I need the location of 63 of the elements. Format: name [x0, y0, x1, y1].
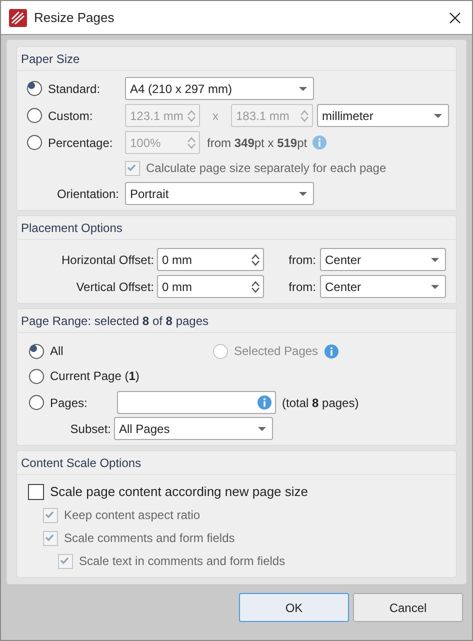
- radio-label: Custom:: [48, 108, 93, 124]
- group-title: Page Range: selected 8 of 8 pages: [21, 312, 209, 330]
- anchor-dropdown[interactable]: Center: [320, 275, 446, 298]
- field-label: Horizontal Offset:: [60, 252, 155, 268]
- caret-icon: [258, 426, 266, 430]
- spinner-arrows-icon: [251, 252, 260, 266]
- dialog-button[interactable]: Cancel: [353, 593, 463, 622]
- radio-button[interactable]: [27, 135, 42, 150]
- group-title: Paper Size: [21, 50, 80, 68]
- info-icon[interactable]: [324, 344, 340, 358]
- dialog-button[interactable]: OK: [239, 593, 349, 622]
- radio-button[interactable]: [29, 395, 44, 410]
- checkbox-label: Keep content aspect ratio: [64, 507, 200, 524]
- radio-label: Percentage:: [48, 134, 113, 152]
- field-label: Orientation:: [56, 186, 120, 202]
- spin-box[interactable]: 0 mm: [157, 275, 264, 298]
- radio-label: Pages:: [50, 394, 88, 412]
- radio-button[interactable]: [29, 344, 44, 358]
- radio-button[interactable]: [27, 108, 42, 123]
- close-icon[interactable]: [449, 12, 461, 24]
- pages-input-field[interactable]: [117, 391, 276, 414]
- radio-button[interactable]: [29, 368, 44, 384]
- radio-label: All: [50, 343, 64, 360]
- total-pages-text: (total 8 pages): [282, 394, 359, 412]
- caret-icon: [431, 258, 439, 262]
- radio-label: Current Page (1): [50, 368, 140, 385]
- spinner-arrows-icon: [300, 108, 309, 122]
- paper-size-dropdown[interactable]: A4 (210 x 297 mm): [125, 77, 314, 100]
- size-info-text: from 349pt x 519pt: [207, 134, 308, 152]
- field-label: from:: [288, 278, 317, 296]
- checkbox-label: Scale comments and form fields: [64, 530, 235, 547]
- check-icon: [59, 554, 70, 566]
- caret-icon: [299, 192, 307, 196]
- checkbox-label: Calculate page size separately for each page: [146, 160, 386, 177]
- check-icon: [126, 162, 137, 172]
- radio-label: Selected Pages: [234, 343, 318, 360]
- orientation-dropdown[interactable]: Portrait: [125, 182, 314, 205]
- radio-button[interactable]: [27, 81, 42, 96]
- radio-label: Standard:: [48, 80, 100, 98]
- check-icon: [44, 532, 55, 542]
- group-title: Placement Options: [21, 220, 122, 236]
- window-title: Resize Pages: [34, 8, 116, 27]
- spinner-arrows-icon: [187, 108, 196, 122]
- subset-dropdown[interactable]: All Pages: [114, 417, 273, 440]
- checkbox-label: Scale text in comments and form fields: [79, 553, 286, 570]
- spinner-arrows-icon: [251, 280, 260, 294]
- spinner-arrows-icon: [187, 136, 196, 150]
- anchor-dropdown[interactable]: Center: [320, 248, 446, 271]
- check-icon: [44, 508, 55, 520]
- separator-label: x: [212, 108, 220, 124]
- field-label: from:: [288, 252, 317, 268]
- app-logo-icon: [9, 8, 27, 26]
- caret-icon: [299, 86, 307, 90]
- field-label: Subset:: [69, 420, 112, 438]
- info-icon[interactable]: [257, 395, 272, 410]
- spin-box[interactable]: 0 mm: [157, 248, 264, 271]
- caret-icon: [434, 114, 442, 118]
- caret-icon: [431, 284, 439, 288]
- group-title: Content Scale Options: [21, 454, 142, 472]
- checkbox-label: Scale page content according new page size: [50, 483, 308, 502]
- field-label: Vertical Offset:: [75, 278, 155, 296]
- info-icon[interactable]: [312, 135, 328, 150]
- checkbox[interactable]: [28, 484, 44, 500]
